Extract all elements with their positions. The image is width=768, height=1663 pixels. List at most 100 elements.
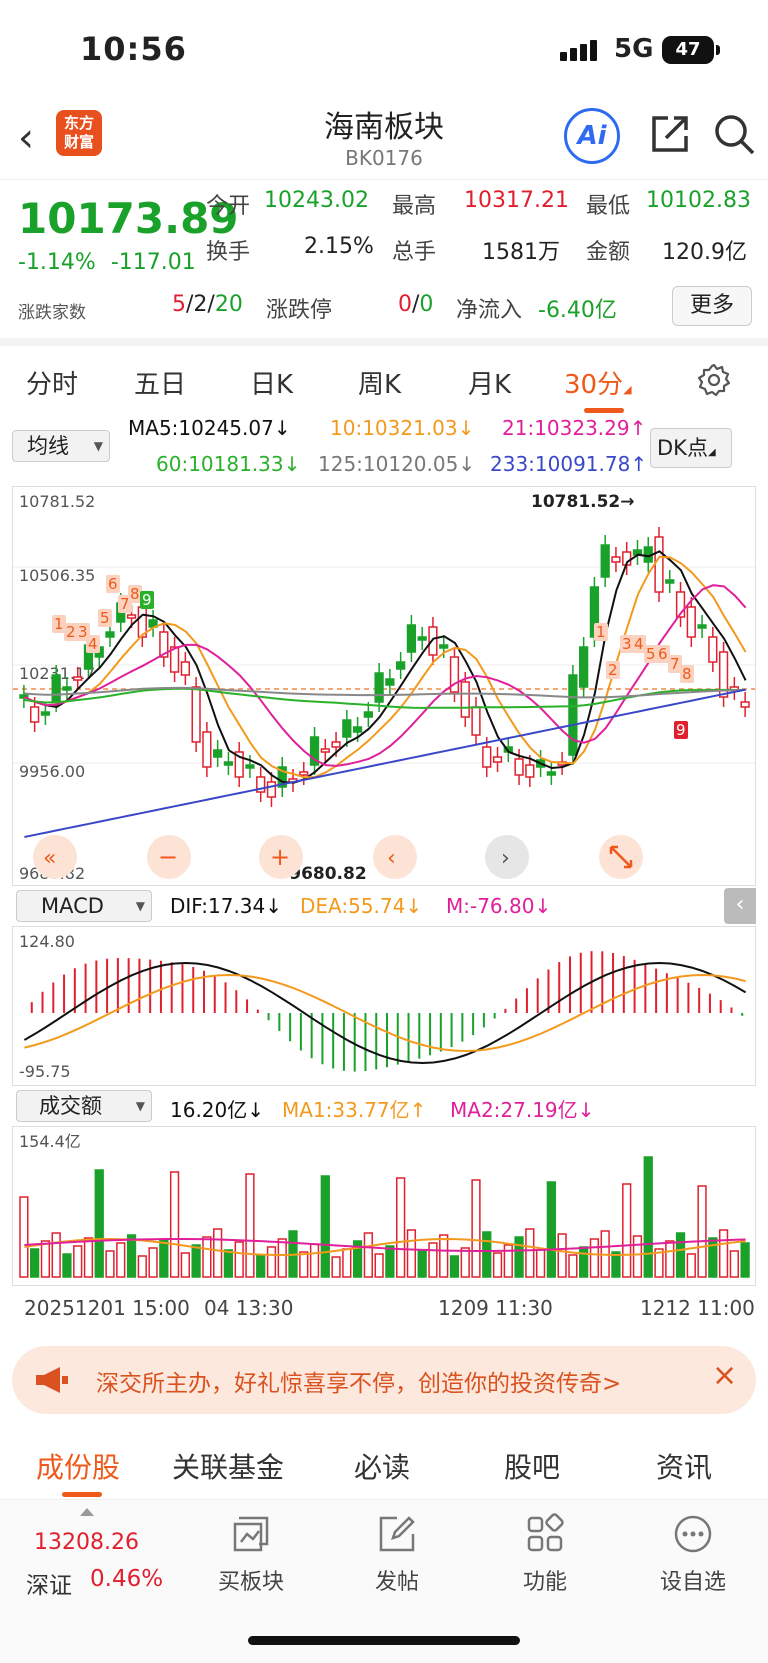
x-label-3: 1209 11:30: [438, 1296, 553, 1320]
volume-bar: [643, 1156, 653, 1278]
candle-body: [600, 544, 610, 578]
search-icon[interactable]: [712, 112, 756, 156]
volume-selector-label: 成交额: [39, 1094, 102, 1118]
macd-chart[interactable]: 124.80 -95.75: [12, 926, 756, 1086]
count-sep-2: /: [207, 292, 215, 317]
scroll-left-button[interactable]: ‹: [373, 835, 417, 879]
candle-body: [331, 741, 341, 748]
volume-bar: [579, 1246, 589, 1278]
buy-sector-label: 买板块: [217, 1570, 284, 1595]
amount-label: 金额: [586, 240, 631, 265]
dk-sell-number: 7: [670, 655, 680, 673]
volume-bar: [718, 1229, 729, 1278]
candle-body: [460, 681, 470, 718]
macd-bars: [30, 951, 744, 1072]
volume-bar: [105, 1250, 115, 1278]
tab-forum[interactable]: 股吧: [504, 1446, 560, 1486]
gear-icon[interactable]: [696, 362, 732, 398]
dk-sell-number: 8: [682, 665, 692, 683]
change-pct: -1.14%: [18, 250, 96, 275]
volume-bar: [331, 1256, 341, 1278]
zoom-out-button[interactable]: −: [147, 835, 191, 879]
indicator-selector[interactable]: 均线 ▼: [12, 430, 110, 462]
volume-bar: [740, 1242, 750, 1278]
dk-buy-number: 4: [88, 635, 98, 653]
candle-body: [428, 626, 438, 656]
functions-button[interactable]: 功能: [490, 1512, 600, 1596]
candle-body: [374, 672, 384, 703]
scroll-right-button[interactable]: ›: [485, 835, 529, 879]
index-name[interactable]: 深证: [26, 1566, 72, 1600]
netflow-value: -6.40亿: [538, 298, 617, 323]
volume-bar: [428, 1242, 438, 1278]
tab-5day[interactable]: 五日: [134, 364, 186, 401]
volume-ma1: MA1:33.77亿↑: [282, 1098, 427, 1122]
candle-body: [352, 726, 363, 733]
volume-bar: [460, 1247, 470, 1278]
candle-body: [126, 614, 137, 619]
status-bar: 10:56 5G 47: [0, 0, 768, 96]
tab-monthly[interactable]: 月K: [468, 364, 511, 401]
candle-body: [697, 624, 707, 629]
tab-news[interactable]: 资讯: [656, 1446, 712, 1486]
candle-body: [546, 771, 556, 776]
share-icon[interactable]: [648, 112, 692, 156]
volume-bar: [223, 1249, 234, 1278]
macd-selector[interactable]: MACD ▼: [16, 890, 152, 922]
macd-canvas: 124.80 -95.75: [19, 932, 747, 1081]
add-watchlist-button[interactable]: 设自选: [638, 1512, 748, 1596]
index-change[interactable]: 0.46%: [90, 1566, 163, 1592]
tab-constituents[interactable]: 成份股: [36, 1446, 120, 1486]
tab-intraday[interactable]: 分时: [26, 364, 78, 401]
volume-bar: [514, 1236, 524, 1278]
candle-body: [363, 711, 373, 718]
candle-body: [665, 579, 675, 584]
buy-sector-button[interactable]: 买板块: [196, 1512, 306, 1596]
dk-buy-number: 5: [100, 609, 110, 627]
close-icon[interactable]: ×: [712, 1358, 737, 1393]
volume-bar: [256, 1254, 266, 1278]
collapse-panel-button[interactable]: ‹: [724, 888, 756, 924]
index-value[interactable]: 13208.26: [34, 1530, 139, 1555]
promo-banner[interactable]: 深交所主办，好礼惊喜享不停，创造你的投资传奇> ×: [12, 1346, 756, 1414]
battery-icon: 47: [662, 36, 714, 64]
limit-down: 0: [419, 292, 434, 317]
tab-30min[interactable]: 30分◢: [564, 364, 632, 401]
scroll-left-fast-button[interactable]: «: [33, 835, 77, 879]
megaphone-icon: [36, 1367, 68, 1393]
dk-point-button[interactable]: DK点◢: [650, 428, 732, 468]
candle-body: [406, 624, 417, 653]
dk-sell-number: 5: [646, 645, 656, 663]
fullscreen-button[interactable]: [599, 835, 643, 879]
tab-daily[interactable]: 日K: [250, 364, 293, 401]
x-label-2: 04 13:30: [204, 1296, 294, 1320]
kline-canvas[interactable]: 10781.52 10506.35 10231.17 9956.00 9680.…: [13, 487, 755, 885]
macd-selector-label: MACD: [41, 894, 104, 918]
volume-chart[interactable]: 154.4亿: [12, 1126, 756, 1286]
volume-value: 16.20亿↓: [170, 1098, 265, 1122]
candle-body: [525, 764, 535, 778]
tab-related-funds[interactable]: 关联基金: [172, 1446, 284, 1486]
volume-y-top: 154.4亿: [19, 1132, 81, 1151]
high-label: 最高: [392, 194, 437, 219]
ma233-value: 233:10091.78↑: [490, 452, 648, 476]
candle-body: [51, 674, 61, 703]
ai-button[interactable]: Ai: [564, 108, 620, 164]
volume-selector[interactable]: 成交额 ▼: [16, 1090, 152, 1122]
svg-text:‹: ‹: [387, 846, 396, 871]
volume-bar: [729, 1250, 739, 1278]
kline-chart[interactable]: 10781.52 10506.35 10231.17 9956.00 9680.…: [12, 486, 756, 886]
volume-bar: [632, 1235, 643, 1278]
volume-bar: [234, 1241, 244, 1278]
zoom-in-button[interactable]: +: [259, 835, 303, 879]
post-button[interactable]: 发帖: [342, 1512, 452, 1596]
tab-weekly[interactable]: 周K: [358, 364, 401, 401]
network-type: 5G: [614, 34, 654, 64]
volume-bar: [213, 1228, 223, 1278]
volume-bar: [169, 1171, 180, 1278]
volume-bar: [535, 1249, 546, 1278]
tab-must-read[interactable]: 必读: [354, 1446, 410, 1486]
volume-bar: [309, 1243, 320, 1278]
expand-up-icon[interactable]: [80, 1508, 94, 1516]
more-button[interactable]: 更多: [672, 286, 752, 326]
